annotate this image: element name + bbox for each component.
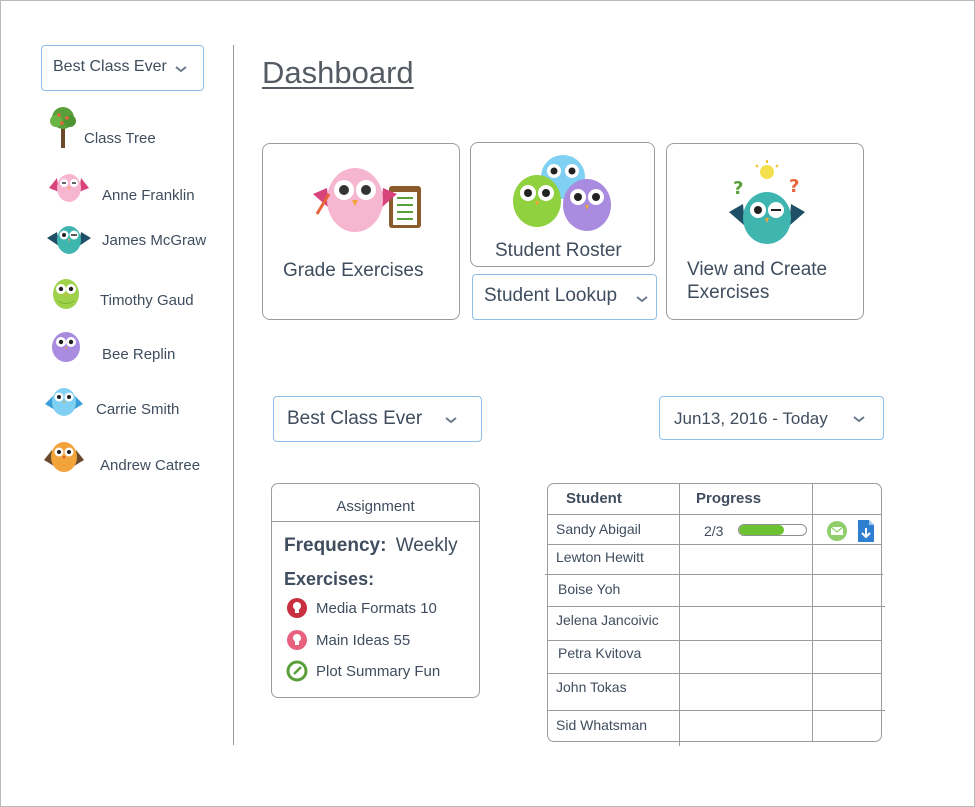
- lightbulb-icon: [287, 598, 307, 618]
- view-create-label-line2: Exercises: [687, 282, 770, 303]
- sidebar-class-select-value: Best Class Ever: [53, 58, 167, 75]
- chevron-down-icon: [175, 66, 187, 73]
- exercises-label: Exercises:: [284, 569, 375, 589]
- table-row-divider: [548, 544, 881, 545]
- date-range-select[interactable]: Jun13, 2016 - Today: [659, 396, 884, 440]
- exercise-item[interactable]: Plot Summary Fun: [286, 660, 440, 682]
- sidebar-item-class-tree[interactable]: Class Tree: [48, 106, 156, 148]
- chevron-down-icon: [853, 416, 865, 423]
- sidebar-item-timothy-gaud[interactable]: Timothy Gaud: [48, 273, 194, 311]
- student-name[interactable]: Sid Whatsman: [556, 717, 647, 733]
- sidebar-item-label: Carrie Smith: [96, 401, 180, 418]
- view-create-label-line1: View and Create: [687, 259, 828, 280]
- table-col-divider: [812, 484, 813, 742]
- class-filter-select[interactable]: Best Class Ever: [273, 396, 482, 442]
- progress-value: 2/3: [704, 523, 724, 539]
- view-create-exercises-card[interactable]: ? ? View and Create Exercises: [666, 143, 864, 320]
- sidebar-item-bee-replin[interactable]: Bee Replin: [46, 326, 175, 364]
- owl-grading-icon: [313, 168, 421, 232]
- sidebar-item-carrie-smith[interactable]: Carrie Smith: [43, 381, 179, 418]
- grade-exercises-card[interactable]: Grade Exercises: [262, 143, 460, 320]
- sidebar-item-label: Timothy Gaud: [100, 291, 194, 309]
- svg-text:?: ?: [789, 176, 799, 197]
- frequency-label: Frequency:: [284, 535, 387, 556]
- exercise-item[interactable]: Media Formats 10: [286, 597, 437, 619]
- download-report-icon[interactable]: [856, 519, 876, 543]
- assignment-header: Assignment: [336, 498, 415, 515]
- table-col-divider: [679, 484, 680, 746]
- sidebar-item-andrew-catree[interactable]: Andrew Catree: [42, 436, 200, 474]
- assignment-header-divider: [272, 521, 479, 522]
- frequency-row: Frequency: Weekly: [284, 535, 458, 557]
- student-name[interactable]: Boise Yoh: [558, 581, 620, 597]
- student-roster-label: Student Roster: [495, 240, 622, 261]
- sidebar-class-select[interactable]: Best Class Ever: [41, 45, 204, 91]
- class-filter-value: Best Class Ever: [287, 408, 423, 429]
- edit-icon: [286, 660, 308, 682]
- chevron-down-icon: [445, 417, 457, 424]
- owl-thinking-icon: ? ?: [729, 160, 805, 244]
- sidebar-item-james-mcgraw[interactable]: James McGraw: [45, 220, 206, 256]
- student-name[interactable]: Lewton Hewitt: [556, 549, 644, 565]
- exercise-name: Media Formats 10: [316, 599, 437, 617]
- table-header-progress: Progress: [696, 490, 762, 507]
- exercise-name: Plot Summary Fun: [316, 662, 441, 680]
- sidebar-item-label: Bee Replin: [102, 345, 176, 363]
- frequency-value: Weekly: [395, 535, 458, 556]
- tree-icon: [50, 107, 76, 148]
- student-name[interactable]: Sandy Abigail: [556, 521, 641, 537]
- sidebar-item-label: Andrew Catree: [100, 456, 201, 474]
- table-row-divider: [548, 606, 885, 607]
- student-name[interactable]: Petra Kvitova: [558, 645, 641, 661]
- sidebar-item-label: James McGraw: [102, 231, 207, 249]
- exercise-name: Main Ideas 55: [316, 631, 411, 649]
- exercise-item[interactable]: Main Ideas 55: [286, 629, 410, 651]
- owl-orange-icon: [44, 442, 84, 472]
- email-icon[interactable]: [826, 520, 848, 542]
- student-roster-card[interactable]: Student Roster: [470, 142, 655, 267]
- page-title: Dashboard: [262, 55, 414, 90]
- table-header-student: Student: [566, 490, 622, 507]
- svg-text:?: ?: [733, 178, 743, 199]
- table-row-divider: [545, 574, 883, 575]
- date-range-value: Jun13, 2016 - Today: [674, 409, 828, 428]
- lightbulb-pink-icon: [287, 630, 307, 650]
- progress-bar-fill: [739, 525, 784, 535]
- owl-blue-icon: [45, 387, 83, 416]
- student-lookup-label: Student Lookup: [484, 285, 618, 306]
- chevron-down-icon: [636, 296, 648, 303]
- owl-teal-icon: [47, 226, 91, 254]
- owl-pink-icon: [49, 174, 89, 202]
- progress-bar: [738, 524, 807, 536]
- student-name[interactable]: John Tokas: [556, 679, 627, 695]
- sidebar-divider: [233, 45, 234, 745]
- sidebar-item-anne-franklin[interactable]: Anne Franklin: [45, 168, 195, 204]
- table-row-divider: [548, 710, 885, 711]
- student-name[interactable]: Jelena Jancoivic: [556, 612, 659, 628]
- sidebar-item-label: Anne Franklin: [102, 186, 195, 204]
- grade-exercises-label: Grade Exercises: [283, 260, 424, 281]
- student-lookup-select[interactable]: Student Lookup: [472, 274, 657, 320]
- table-row-divider: [548, 514, 881, 515]
- owl-purple-icon: [52, 332, 80, 362]
- owl-green-icon: [53, 279, 79, 309]
- assignment-panel: Assignment Frequency: Weekly Exercises: …: [271, 483, 480, 698]
- sidebar-item-label: Class Tree: [84, 129, 156, 147]
- table-row-divider: [548, 673, 881, 674]
- owl-group-icon: [513, 155, 611, 231]
- table-row-divider: [548, 640, 881, 641]
